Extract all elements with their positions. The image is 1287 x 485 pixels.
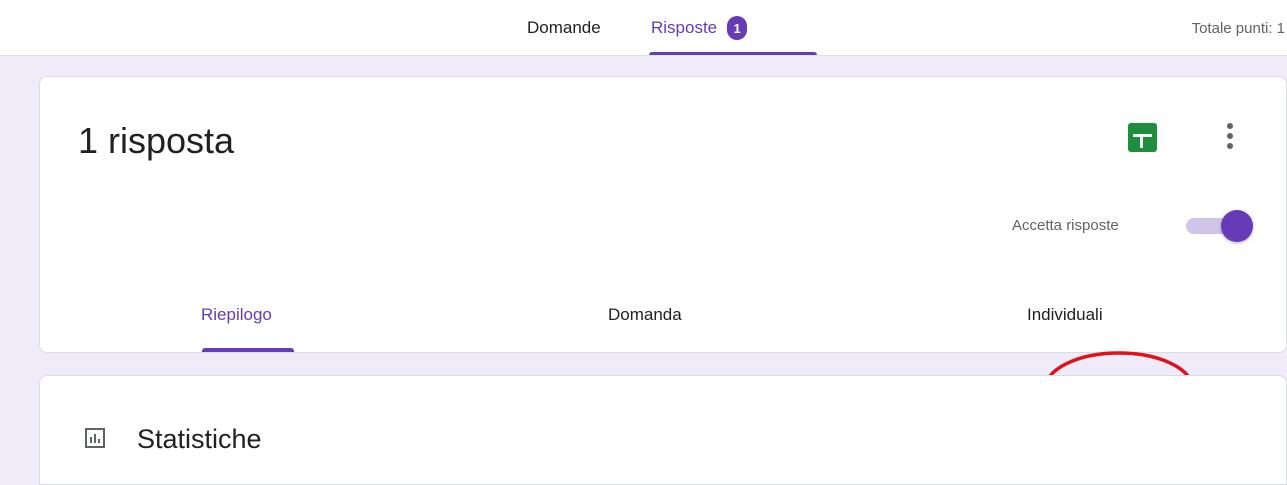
more-options-icon[interactable] — [1220, 118, 1240, 154]
tab-individuali[interactable]: Individuali — [1027, 305, 1103, 329]
accept-responses-label: Accetta risposte — [1012, 217, 1119, 234]
bar-chart-icon — [85, 428, 105, 448]
responses-summary-card: 1 risposta Accetta risposte Riepilogo Do… — [39, 76, 1287, 427]
tab-domande[interactable]: Domande — [527, 0, 601, 56]
tab-riepilogo[interactable]: Riepilogo — [201, 305, 272, 329]
google-sheets-icon[interactable] — [1128, 123, 1157, 152]
accept-responses-toggle[interactable] — [1186, 210, 1253, 242]
tab-risposte-label: Risposte — [651, 18, 718, 37]
top-bar: Domande Risposte 1 Totale punti: 1 — [0, 0, 1287, 56]
active-tab-indicator — [649, 52, 817, 55]
responses-count-title: 1 risposta — [78, 120, 235, 161]
tab-domanda[interactable]: Domanda — [608, 305, 682, 329]
statistics-title: Statistiche — [137, 424, 262, 454]
tab-domande-label: Domande — [527, 18, 601, 37]
total-points: Totale punti: 1 — [1191, 19, 1285, 37]
summary-tab-indicator — [202, 348, 294, 352]
responses-count-badge: 1 — [727, 16, 748, 40]
tab-risposte[interactable]: Risposte 1 — [651, 0, 748, 56]
toggle-thumb — [1221, 210, 1253, 242]
